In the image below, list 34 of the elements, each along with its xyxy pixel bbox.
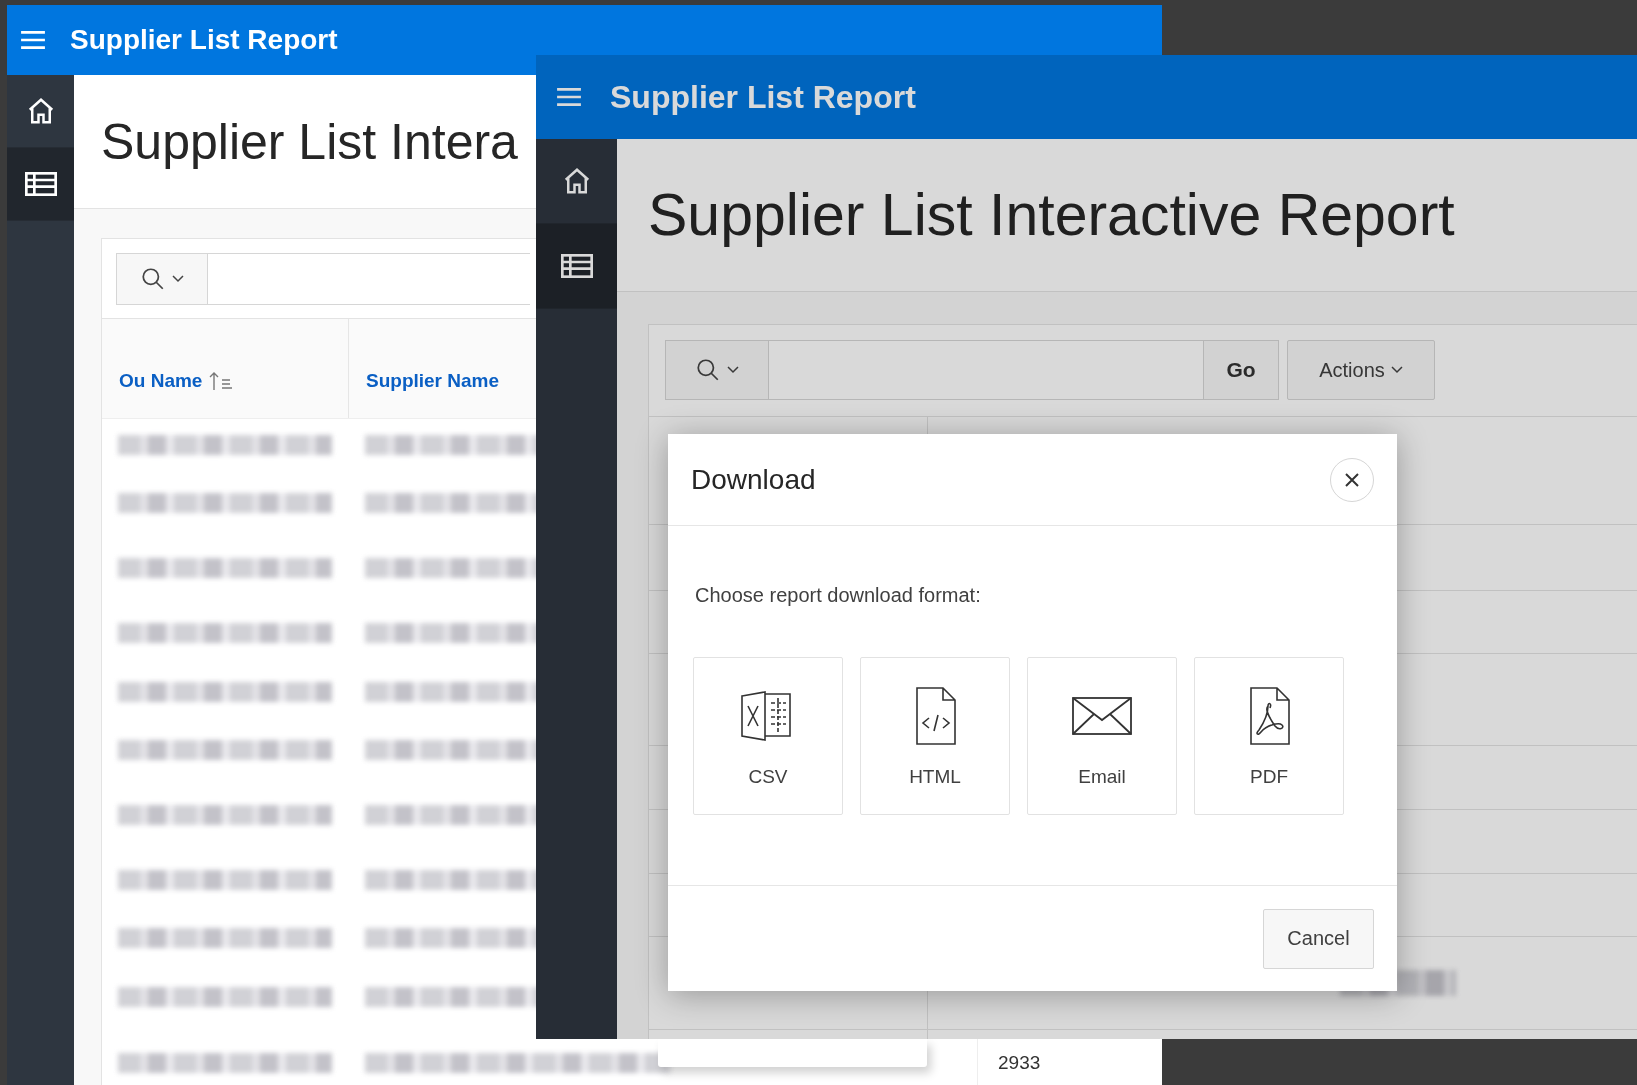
- menu-icon[interactable]: [20, 29, 46, 51]
- format-option[interactable]: Email: [1027, 657, 1177, 815]
- caret-icon: [172, 275, 184, 283]
- search-menu-button[interactable]: [116, 253, 208, 305]
- sort-ascending-icon: [208, 370, 235, 391]
- search-icon: [140, 266, 166, 292]
- column-header[interactable]: Supplier Name: [366, 369, 500, 392]
- close-button[interactable]: [1330, 457, 1374, 502]
- nav-item[interactable]: [536, 224, 617, 309]
- search-icon: [695, 357, 721, 383]
- page-title: Supplier List Interactive Report: [648, 181, 1455, 249]
- dialog-prompt: Choose report download format:: [695, 584, 982, 607]
- nav-item[interactable]: [7, 148, 74, 221]
- format-option[interactable]: PDF: [1194, 657, 1344, 815]
- search-menu-button[interactable]: [665, 340, 769, 400]
- table-cell-text: 2933: [997, 1052, 1041, 1074]
- search-field[interactable]: [769, 340, 1204, 400]
- close-icon: [1344, 471, 1360, 488]
- dialog-title: Download: [691, 463, 816, 496]
- format-option[interactable]: CSV: [693, 657, 843, 815]
- go-button[interactable]: Go: [1204, 340, 1279, 400]
- menu-icon[interactable]: [556, 86, 582, 108]
- search-field[interactable]: [208, 253, 530, 305]
- format-option[interactable]: HTML: [860, 657, 1010, 815]
- table-icon: [560, 251, 593, 281]
- cancel-button[interactable]: Cancel: [1263, 908, 1374, 969]
- table-icon: [24, 169, 57, 199]
- caret-icon: [1390, 366, 1403, 374]
- column-header[interactable]: Ou Name: [119, 369, 235, 392]
- caret-icon: [727, 366, 739, 374]
- app-title: Supplier List Report: [610, 78, 916, 116]
- app-title: Supplier List Report: [70, 24, 338, 56]
- actions-button[interactable]: Actions: [1287, 340, 1435, 400]
- page-title: Supplier List Intera: [101, 112, 518, 171]
